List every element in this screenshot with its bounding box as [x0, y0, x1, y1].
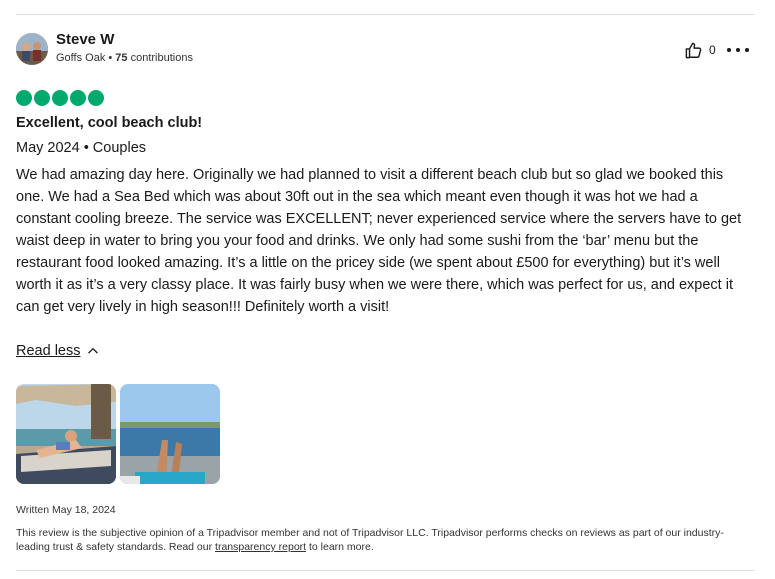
contributions-count: 75 — [115, 52, 128, 64]
read-less-label: Read less — [16, 343, 81, 359]
rating-bubble-icon — [34, 90, 50, 106]
photo-sea-view — [120, 384, 220, 484]
thumbs-up-icon — [685, 42, 702, 58]
read-less-button[interactable]: Read less — [16, 343, 100, 359]
review-photo-1[interactable] — [16, 384, 116, 484]
review-text: We had amazing day here. Originally we h… — [16, 167, 742, 315]
review-date-and-trip-type: May 2024 • Couples — [16, 140, 147, 156]
rating-bubble-icon — [52, 90, 68, 106]
transparency-report-link[interactable]: transparency report — [215, 541, 306, 553]
author-name[interactable]: Steve W — [56, 31, 114, 48]
rating-bubble-icon — [88, 90, 104, 106]
rating-bubble-icon — [70, 90, 86, 106]
avatar-image — [16, 33, 48, 65]
contributions-label: contributions — [127, 52, 193, 64]
chevron-up-icon — [88, 348, 99, 354]
author-meta: Goffs Oak • 75 contributions — [56, 52, 193, 64]
top-divider — [16, 14, 755, 15]
helpful-vote-button[interactable]: 0 — [684, 40, 716, 60]
rating-bubbles — [16, 90, 104, 106]
more-options-button[interactable] — [727, 40, 749, 60]
helpful-count: 0 — [709, 43, 716, 57]
rating-bubble-icon — [16, 90, 32, 106]
ellipsis-icon — [727, 48, 731, 52]
author-location: Goffs Oak — [56, 52, 106, 64]
bottom-divider — [16, 570, 755, 571]
meta-separator: • — [105, 52, 116, 64]
written-date: Written May 18, 2024 — [16, 504, 116, 516]
disclaimer-text-end: to learn more. — [306, 541, 374, 553]
photo-beach-lounger — [16, 384, 116, 484]
review-photo-2[interactable] — [120, 384, 220, 484]
review-disclaimer: This review is the subjective opinion of… — [16, 526, 746, 554]
review-title[interactable]: Excellent, cool beach club! — [16, 115, 202, 131]
avatar[interactable] — [16, 33, 48, 65]
